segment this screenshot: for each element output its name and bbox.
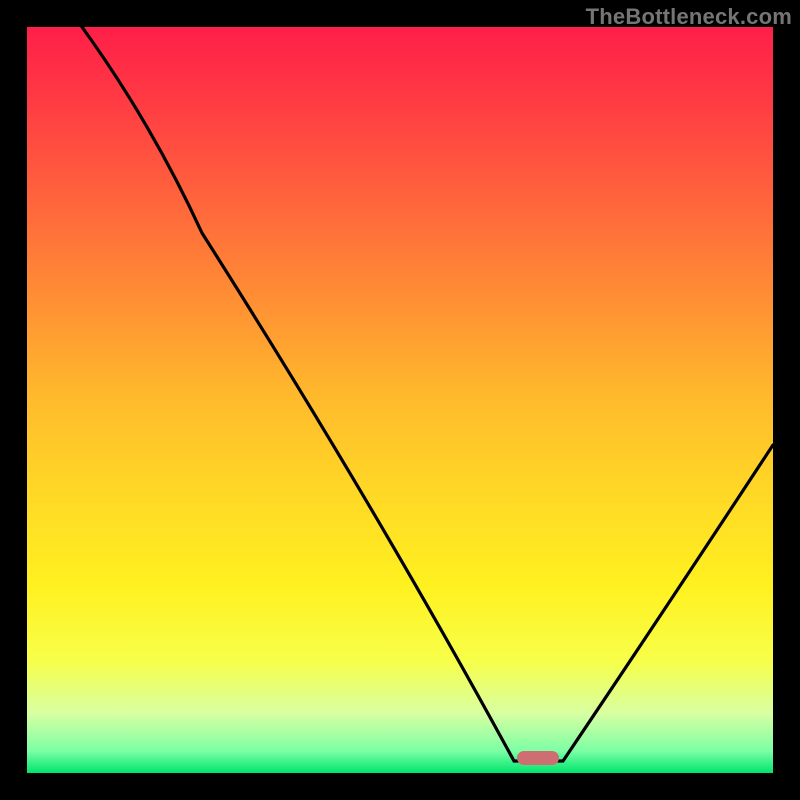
optimal-marker <box>517 751 559 765</box>
plot-area <box>27 27 773 773</box>
chart-frame: TheBottleneck.com <box>0 0 800 800</box>
watermark-text: TheBottleneck.com <box>586 4 792 30</box>
bottleneck-curve <box>27 27 773 773</box>
